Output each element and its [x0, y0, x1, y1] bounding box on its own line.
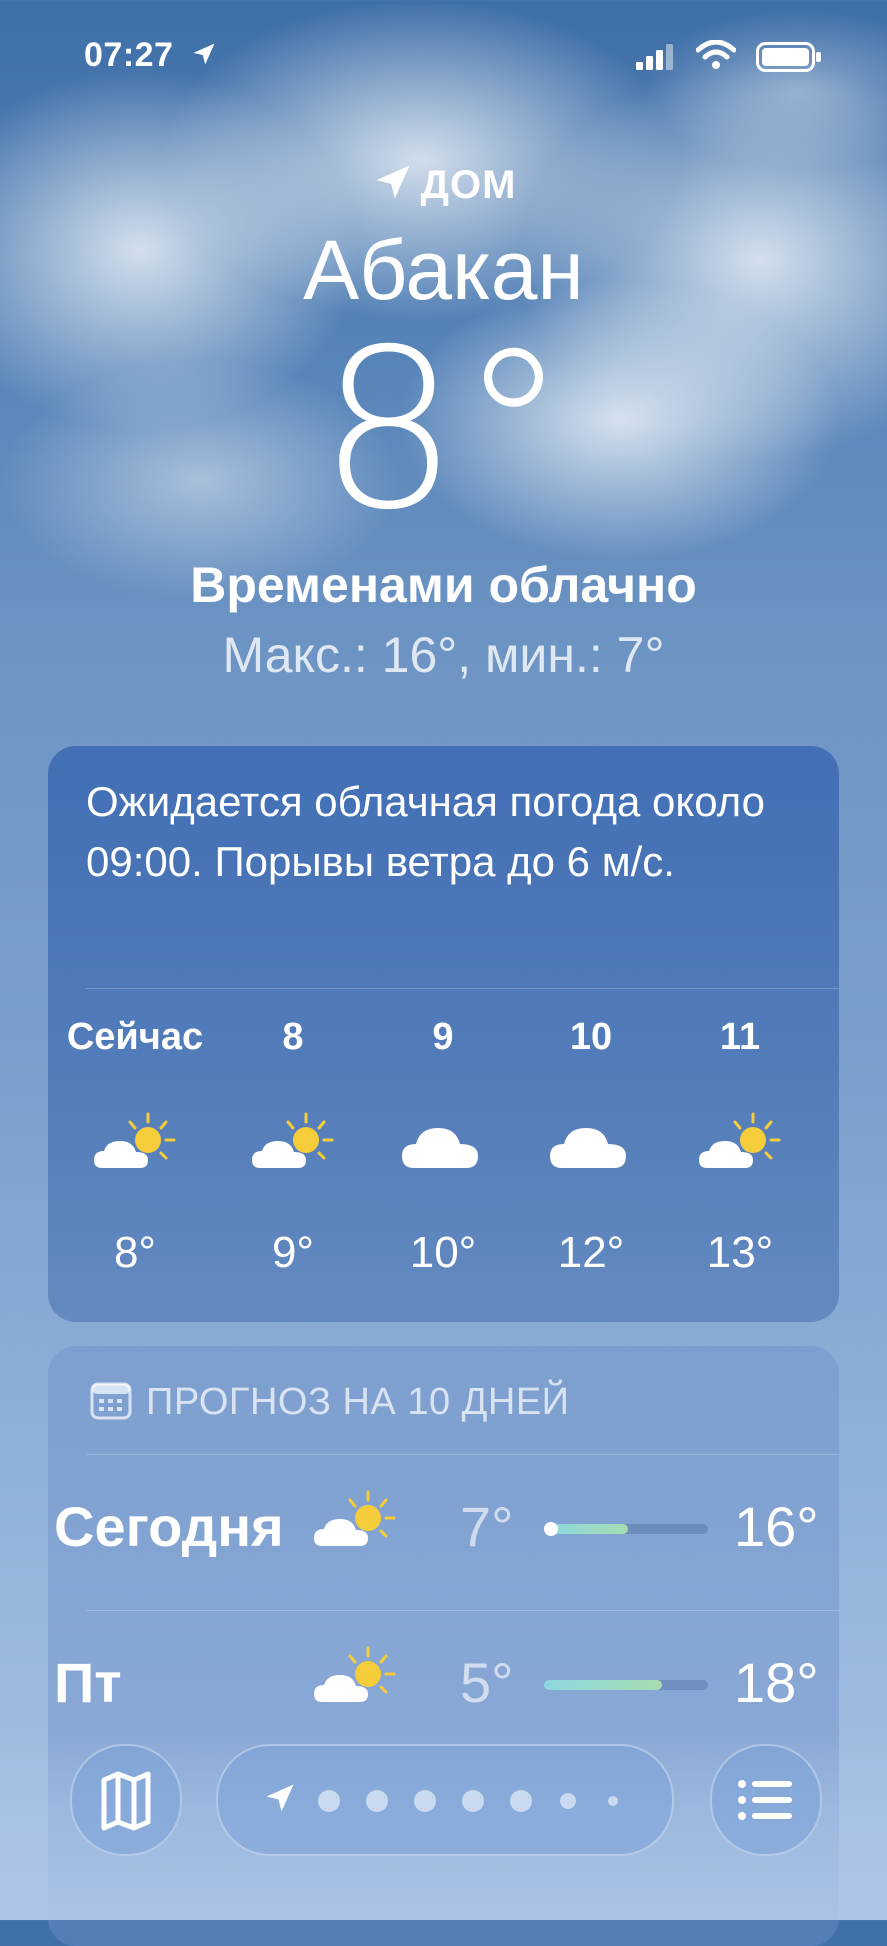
daily-forecast-title: ПРОГНОЗ НА 10 ДНЕЙ — [90, 1380, 569, 1424]
hour-item: Сейчас 8° — [60, 1016, 210, 1278]
page-indicator[interactable] — [216, 1744, 674, 1856]
partly-sunny-icon — [665, 1110, 815, 1190]
page-dot[interactable] — [318, 1790, 340, 1812]
day-name: Сегодня — [54, 1495, 284, 1558]
hour-label: Сейчас — [66, 1016, 204, 1058]
cloud-icon — [516, 1110, 666, 1190]
day-row[interactable]: Сегодня 7° 16° — [48, 1470, 839, 1590]
cloud-icon — [368, 1110, 518, 1190]
day-min-temperature: 7° — [460, 1495, 514, 1558]
hour-temperature: 10° — [409, 1228, 477, 1277]
forecast-summary: Ожидается облачная погода около 09:00. П… — [86, 778, 765, 885]
hour-label: 10 — [569, 1016, 613, 1058]
hour-temperature: 12° — [557, 1228, 625, 1277]
hourly-list[interactable]: Сейчас 8° 8 9° 9 10° 10 12° 11 13° — [48, 1016, 839, 1306]
hour-item: 9 10° — [368, 1016, 518, 1278]
hourly-forecast-card[interactable]: Ожидается облачная погода около 09:00. П… — [48, 746, 839, 1322]
hour-label: 8 — [282, 1016, 304, 1058]
weather-condition: Временами облачно — [190, 557, 697, 613]
status-bar: 07:27 — [0, 36, 887, 76]
battery-icon — [756, 42, 821, 72]
hour-item: 10 12° — [516, 1016, 666, 1278]
temperature-range-bar — [544, 1680, 708, 1690]
page-dot[interactable] — [560, 1793, 576, 1809]
day-name: Пт — [54, 1651, 122, 1714]
location-arrow-icon — [266, 1784, 294, 1812]
temperature-range-fill — [550, 1524, 628, 1534]
location-label: ДОМ — [0, 160, 887, 208]
hour-label: 9 — [432, 1016, 454, 1058]
status-time: 07:27 — [84, 36, 174, 74]
page-dot[interactable] — [414, 1790, 436, 1812]
day-max-temperature: 18° — [734, 1651, 819, 1714]
hour-item: 8 9° — [218, 1016, 368, 1278]
card-divider — [86, 988, 839, 989]
hour-temperature: 8° — [113, 1228, 157, 1277]
map-button[interactable] — [70, 1744, 182, 1856]
list-icon — [738, 1780, 792, 1820]
partly-sunny-icon — [218, 1110, 368, 1190]
temperature-range-fill — [544, 1680, 662, 1690]
current-temperature-marker — [544, 1522, 558, 1536]
high-low-temperature: Макс.: 16°, мин.: 7° — [222, 627, 665, 683]
page-dot[interactable] — [462, 1790, 484, 1812]
page-dot[interactable] — [510, 1790, 532, 1812]
cellular-signal-icon — [636, 44, 673, 70]
wifi-icon — [696, 40, 736, 69]
card-divider — [86, 1610, 839, 1611]
card-divider — [86, 1454, 839, 1455]
partly-sunny-icon — [310, 1488, 400, 1563]
page-dot[interactable] — [366, 1790, 388, 1812]
location-arrow-icon — [376, 165, 410, 199]
locations-list-button[interactable] — [710, 1744, 822, 1856]
hour-item: 11 13° — [665, 1016, 839, 1278]
day-max-temperature: 16° — [734, 1495, 819, 1558]
hour-temperature: 13° — [706, 1228, 774, 1277]
map-icon — [101, 1771, 151, 1831]
day-row[interactable]: Пт 5° 18° — [48, 1626, 839, 1746]
hour-temperature: 9° — [271, 1228, 315, 1277]
daily-forecast-title-text: ПРОГНОЗ НА 10 ДНЕЙ — [146, 1381, 570, 1423]
temperature-range-bar — [544, 1522, 708, 1536]
location-arrow-icon — [193, 43, 215, 65]
calendar-icon — [90, 1382, 132, 1420]
current-temperature: 8° — [318, 302, 569, 558]
location-label-text: ДОМ — [420, 163, 517, 207]
page-dot[interactable] — [608, 1796, 618, 1806]
day-min-temperature: 5° — [460, 1651, 514, 1714]
hour-label: 11 — [719, 1016, 761, 1058]
partly-sunny-icon — [60, 1110, 210, 1190]
partly-sunny-icon — [310, 1644, 400, 1719]
